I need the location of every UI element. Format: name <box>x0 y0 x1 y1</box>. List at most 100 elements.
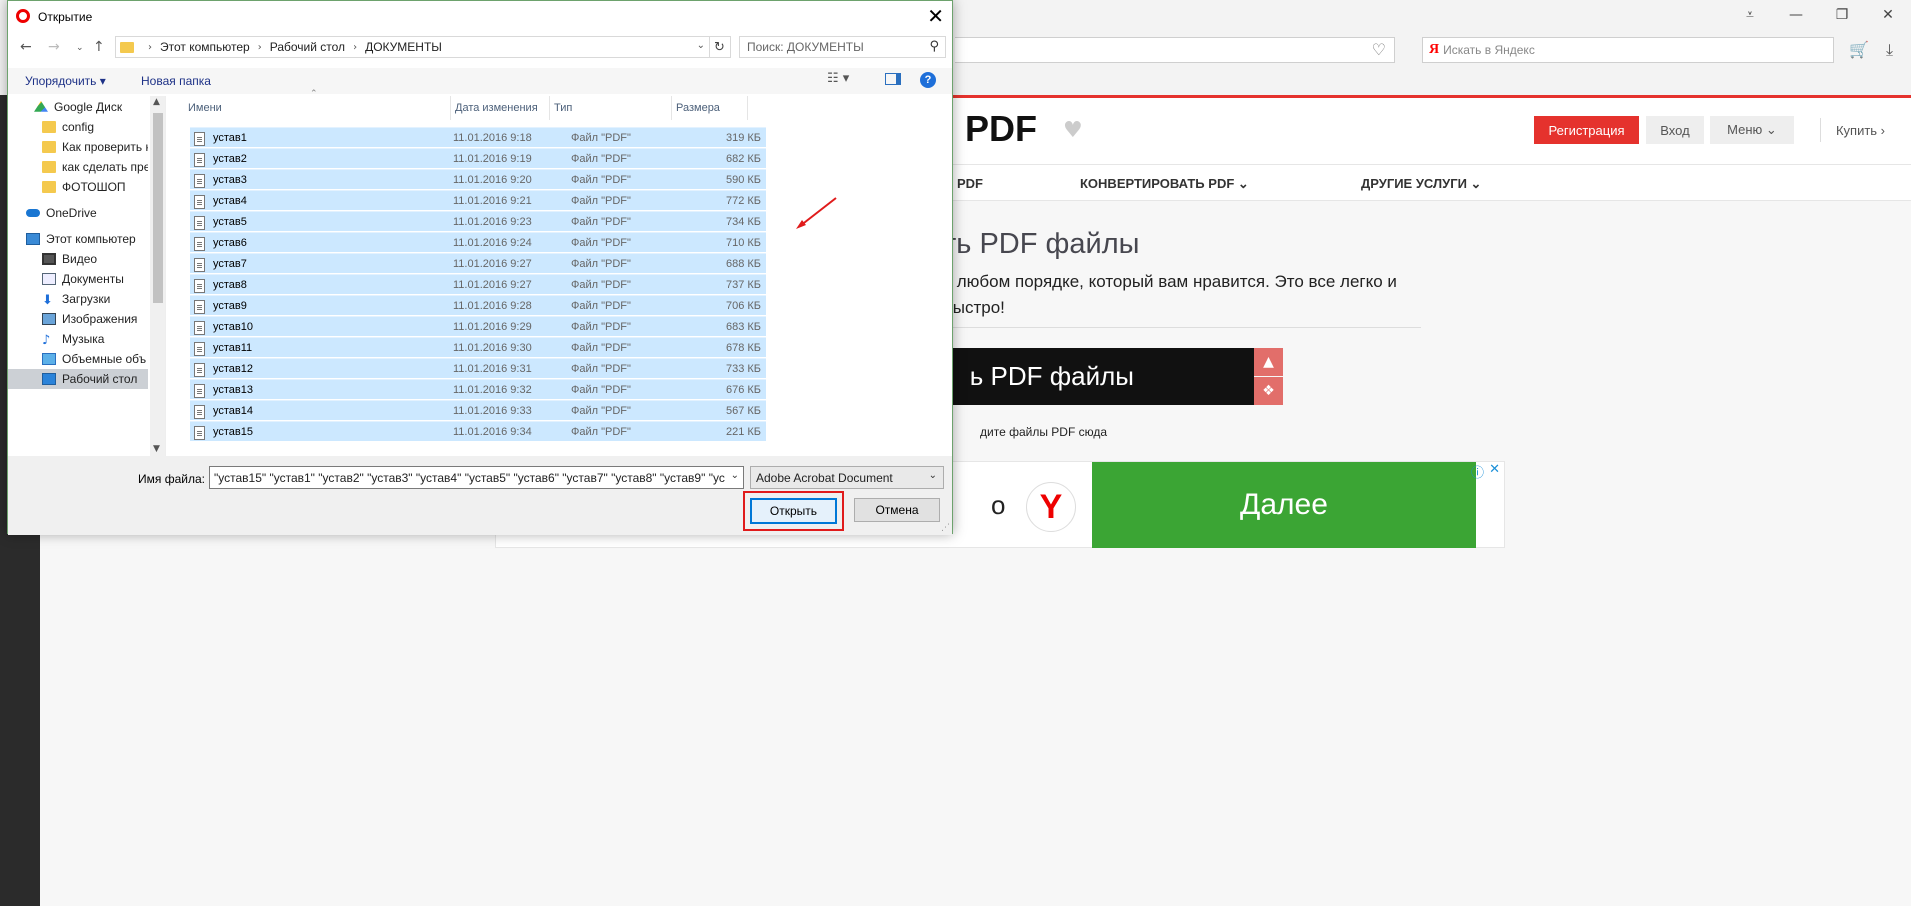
file-size: 772 КБ <box>725 195 761 207</box>
dropbox-upload-icon[interactable]: ❖ <box>1254 377 1283 405</box>
nav-item[interactable]: ♪ Музыка <box>8 329 148 349</box>
nav-item[interactable]: Документы <box>8 269 148 289</box>
bookmark-heart-icon[interactable]: ♡ <box>1372 40 1386 59</box>
ad-info-icon[interactable]: ⓘ <box>1471 462 1484 481</box>
close-window-icon[interactable]: ✕ <box>1865 0 1911 30</box>
column-type[interactable]: Тип <box>550 96 672 120</box>
filetype-select[interactable]: Adobe Acrobat Document ⌄ <box>750 466 944 489</box>
recent-chevron-icon[interactable]: ⌄ <box>76 43 84 53</box>
file-name: устав8 <box>213 279 247 291</box>
video-icon <box>42 253 56 265</box>
file-row[interactable]: устав11 11.01.2016 9:30 Файл "PDF" 678 КБ <box>190 337 766 357</box>
nav-item[interactable]: Видео <box>8 249 148 269</box>
address-bar[interactable]: ♡ <box>955 37 1395 63</box>
file-row[interactable]: устав9 11.01.2016 9:28 Файл "PDF" 706 КБ <box>190 295 766 315</box>
file-row[interactable]: устав10 11.01.2016 9:29 Файл "PDF" 683 КБ <box>190 316 766 336</box>
nav-item-label: как сделать пре <box>62 160 148 174</box>
nav-item[interactable]: Как проверить к <box>8 137 148 157</box>
nav-item[interactable]: Этот компьютер <box>8 229 148 249</box>
menu-button[interactable]: Меню ⌄ <box>1710 116 1794 144</box>
file-name: устав2 <box>213 153 247 165</box>
breadcrumb-desktop[interactable]: Рабочий стол <box>270 40 345 54</box>
file-type: Файл "PDF" <box>571 363 631 375</box>
column-name[interactable]: Имени <box>184 96 451 120</box>
chevron-down-icon[interactable]: ⌄ <box>697 40 705 51</box>
file-row[interactable]: устав12 11.01.2016 9:31 Файл "PDF" 733 КБ <box>190 358 766 378</box>
nav-item[interactable]: Google Диск <box>8 97 148 117</box>
nav-pdf[interactable]: PDF <box>957 176 983 191</box>
dialog-close-button[interactable]: ✕ <box>927 4 944 28</box>
scroll-down-icon[interactable]: ▼ <box>153 444 160 454</box>
scroll-up-icon[interactable]: ▲ <box>153 97 160 107</box>
nav-item[interactable]: Изображения <box>8 309 148 329</box>
column-size[interactable]: Размера <box>672 96 748 120</box>
nav-convert-pdf[interactable]: КОНВЕРТИРОВАТЬ PDF ⌄ <box>1080 176 1249 192</box>
register-button[interactable]: Регистрация <box>1534 116 1639 144</box>
highlight-frame: Открыть <box>743 491 844 531</box>
nav-item[interactable]: ⬇ Загрузки <box>8 289 148 309</box>
folder-search-input[interactable]: Поиск: ДОКУМЕНТЫ ⚲ <box>739 36 946 58</box>
nav-item[interactable]: Объемные объ <box>8 349 148 369</box>
nav-item[interactable]: OneDrive <box>8 203 148 223</box>
cancel-button[interactable]: Отмена <box>854 498 940 522</box>
file-name: устав5 <box>213 216 247 228</box>
file-row[interactable]: устав13 11.01.2016 9:32 Файл "PDF" 676 КБ <box>190 379 766 399</box>
ad-close-icon[interactable]: ✕ <box>1489 462 1500 477</box>
chevron-down-icon[interactable]: ⌄ <box>731 470 739 481</box>
google-drive-upload-icon[interactable]: ▲ <box>1254 348 1283 376</box>
up-arrow-icon[interactable]: ↑ <box>93 39 105 55</box>
nav-scrollbar[interactable]: ▲ ▼ <box>150 96 165 456</box>
file-row[interactable]: устав14 11.01.2016 9:33 Файл "PDF" 567 КБ <box>190 400 766 420</box>
breadcrumb[interactable]: › Этот компьютер › Рабочий стол › ДОКУМЕ… <box>115 36 710 58</box>
nav-item[interactable]: config <box>8 117 148 137</box>
nav-item[interactable]: как сделать пре <box>8 157 148 177</box>
file-row[interactable]: устав5 11.01.2016 9:23 Файл "PDF" 734 КБ <box>190 211 766 231</box>
file-type: Файл "PDF" <box>571 426 631 438</box>
file-type: Файл "PDF" <box>571 153 631 165</box>
restore-icon[interactable]: ❐ <box>1819 0 1865 30</box>
file-row[interactable]: устав7 11.01.2016 9:27 Файл "PDF" 688 КБ <box>190 253 766 273</box>
preview-pane-icon[interactable] <box>885 73 901 85</box>
column-date[interactable]: Дата изменения <box>451 96 550 120</box>
buy-link[interactable]: Купить › <box>1820 118 1900 142</box>
file-row[interactable]: устав15 11.01.2016 9:34 Файл "PDF" 221 КБ <box>190 421 766 441</box>
open-button[interactable]: Открыть <box>750 498 837 524</box>
resize-grip-icon[interactable]: ⋰ <box>941 523 950 533</box>
breadcrumb-documents[interactable]: ДОКУМЕНТЫ <box>365 40 442 54</box>
nav-item[interactable]: Рабочий стол <box>8 369 148 389</box>
file-type: Файл "PDF" <box>571 321 631 333</box>
nav-item[interactable]: ФОТОШОП <box>8 177 148 197</box>
organize-button[interactable]: Упорядочить ▾ <box>25 74 106 88</box>
site-logo[interactable]: PDF <box>965 108 1037 150</box>
breadcrumb-this-pc[interactable]: Этот компьютер <box>160 40 250 54</box>
search-icon[interactable]: ⚲ <box>929 39 939 54</box>
cart-icon[interactable]: 🛒 <box>1849 40 1869 59</box>
ad-next-button[interactable]: Далее <box>1092 462 1476 548</box>
help-icon[interactable]: ? <box>920 72 936 88</box>
file-row[interactable]: устав4 11.01.2016 9:21 Файл "PDF" 772 КБ <box>190 190 766 210</box>
scroll-thumb[interactable] <box>153 113 163 303</box>
breadcrumb-separator-icon[interactable]: › <box>258 42 262 53</box>
breadcrumb-separator-icon[interactable]: › <box>353 42 357 53</box>
yandex-search-input[interactable]: Я Искать в Яндекс <box>1422 37 1834 63</box>
file-row[interactable]: устав8 11.01.2016 9:27 Файл "PDF" 737 КБ <box>190 274 766 294</box>
file-row[interactable]: устав2 11.01.2016 9:19 Файл "PDF" 682 КБ <box>190 148 766 168</box>
download-icon[interactable]: ⤓ <box>1886 40 1893 60</box>
breadcrumb-separator-icon[interactable]: › <box>148 42 152 53</box>
file-row[interactable]: устав1 11.01.2016 9:18 Файл "PDF" 319 КБ <box>190 127 766 147</box>
down-icon: ⬇ <box>42 293 53 308</box>
login-button[interactable]: Вход <box>1646 116 1704 144</box>
forward-arrow-icon[interactable]: → <box>48 39 60 55</box>
file-row[interactable]: устав6 11.01.2016 9:24 Файл "PDF" 710 КБ <box>190 232 766 252</box>
minimize-icon[interactable]: — <box>1773 0 1819 30</box>
filename-input[interactable]: "устав15" "устав1" "устав2" "устав3" "ус… <box>209 466 744 489</box>
new-folder-button[interactable]: Новая папка <box>141 74 211 88</box>
filename-value: "устав15" "устав1" "устав2" "устав3" "ус… <box>214 471 725 485</box>
nav-other-services[interactable]: ДРУГИЕ УСЛУГИ ⌄ <box>1361 176 1481 192</box>
pdf-file-icon <box>194 132 205 146</box>
file-row[interactable]: устав3 11.01.2016 9:20 Файл "PDF" 590 КБ <box>190 169 766 189</box>
back-arrow-icon[interactable]: ← <box>20 39 32 55</box>
view-options-icon[interactable]: ☷ ▾ <box>827 71 849 86</box>
refresh-icon[interactable]: ↻ <box>709 36 731 58</box>
easy-setup-icon[interactable]: ⩡ <box>1727 0 1773 30</box>
